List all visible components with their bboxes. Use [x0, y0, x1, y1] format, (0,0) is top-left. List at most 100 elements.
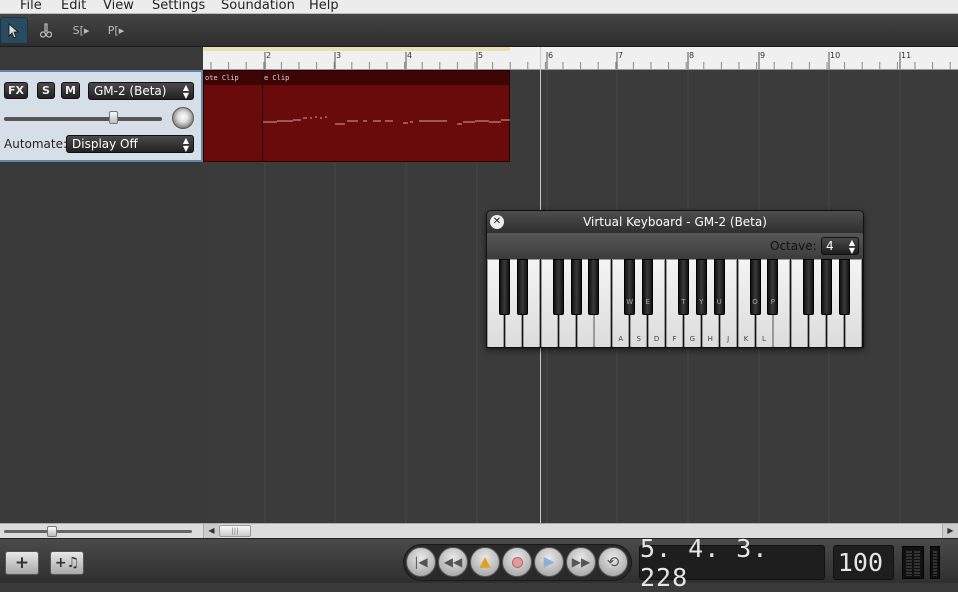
black-key[interactable]: T: [677, 259, 689, 315]
key-label: K: [743, 335, 749, 343]
black-key[interactable]: [498, 259, 510, 315]
key-label: O: [752, 298, 758, 306]
rewind-button[interactable]: ◀◀: [438, 547, 468, 577]
select-arrows-icon: ▲ ▼: [848, 238, 855, 255]
volume-slider-thumb[interactable]: [109, 111, 118, 124]
loop-icon: ⟲: [606, 553, 620, 571]
scroll-right-icon[interactable]: ▶: [942, 524, 958, 538]
automate-select[interactable]: Display Off ▲ ▼: [66, 135, 194, 153]
add-track-button[interactable]: +: [5, 551, 39, 575]
ruler-mark: 2: [266, 51, 272, 60]
black-key[interactable]: E: [642, 259, 654, 315]
automate-label: Automate:: [4, 137, 68, 151]
transport-bar: + +♫ |◀ ◀◀ ▲ ▶ ▶▶ ⟲ 5. 4. 3. 228 100: [0, 534, 958, 592]
instrument-select[interactable]: GM-2 (Beta) ▲ ▼: [88, 82, 194, 100]
menu-help[interactable]: Help: [309, 0, 339, 13]
key-label: U: [716, 298, 722, 306]
add-instrument-button[interactable]: +♫: [50, 551, 84, 575]
razor-tool-button[interactable]: [32, 17, 60, 44]
mute-button[interactable]: M: [61, 82, 80, 99]
volume-slider-track[interactable]: [4, 117, 162, 121]
key-label: G: [689, 335, 696, 343]
black-key[interactable]: U: [713, 259, 725, 315]
split-tool-label: S: [72, 24, 80, 37]
bracket-icon: [▸: [114, 24, 125, 37]
track-header[interactable]: FX S M GM-2 (Beta) ▲ ▼ Automate: Display …: [0, 70, 203, 162]
key-label: A: [618, 335, 624, 343]
track-list-panel: FX S M GM-2 (Beta) ▲ ▼ Automate: Display …: [0, 47, 203, 523]
metronome-button[interactable]: ▲: [470, 547, 500, 577]
key-label: P: [770, 298, 775, 306]
go-to-start-button[interactable]: |◀: [406, 547, 436, 577]
split-tool-button[interactable]: S [▸: [67, 17, 95, 44]
ruler-mark: 6: [548, 51, 554, 60]
pointer-icon: [8, 22, 20, 39]
ruler-mark: 8: [689, 51, 695, 60]
pan-knob[interactable]: [172, 107, 194, 129]
tempo-display[interactable]: 100: [833, 545, 894, 580]
rewind-icon: ◀◀: [443, 555, 463, 569]
key-label: T: [681, 298, 686, 306]
virtual-keyboard-bar: Octave: 4 ▲ ▼: [487, 233, 863, 259]
position-display[interactable]: 5. 4. 3. 228: [639, 534, 825, 592]
black-key[interactable]: [821, 259, 833, 315]
black-key[interactable]: [588, 259, 600, 315]
key-label: J: [727, 335, 730, 343]
octave-value: 4: [826, 239, 834, 253]
toolbar: S [▸ P [▸: [0, 14, 958, 47]
menu-view[interactable]: View: [103, 0, 134, 13]
octave-select[interactable]: 4 ▲ ▼: [821, 237, 859, 255]
zoom-slider-thumb[interactable]: [47, 526, 57, 537]
record-icon: [511, 556, 523, 568]
black-key[interactable]: W: [624, 259, 636, 315]
zoom-slider-track[interactable]: [4, 530, 192, 533]
record-button[interactable]: [502, 547, 532, 577]
fast-forward-button[interactable]: ▶▶: [566, 547, 596, 577]
ruler-ticks: [210, 52, 951, 69]
automate-value: Display Off: [72, 137, 138, 151]
loop-button[interactable]: ⟲: [598, 547, 628, 577]
black-key[interactable]: [516, 259, 528, 315]
key-label: W: [626, 298, 634, 306]
piano-keys: A S D F G H J K L W E T Y U O P: [487, 259, 863, 347]
fx-button[interactable]: FX: [4, 82, 28, 99]
black-key[interactable]: [552, 259, 564, 315]
key-label: S: [636, 335, 641, 343]
menu-soundation[interactable]: Soundation: [221, 0, 295, 13]
black-key[interactable]: O: [749, 259, 761, 315]
clip-title: e Clip: [263, 71, 509, 85]
clip-title: ote Clip: [204, 71, 262, 85]
fast-forward-icon: ▶▶: [571, 555, 591, 569]
paste-tool-label: P: [107, 24, 115, 37]
key-label: E: [645, 298, 650, 306]
paste-tool-button[interactable]: P [▸: [102, 17, 130, 44]
ruler-mark: 5: [478, 51, 484, 60]
horizontal-scrollbar[interactable]: ◀ ||| ▶: [0, 523, 958, 538]
black-key[interactable]: [803, 259, 815, 315]
black-key[interactable]: [570, 259, 582, 315]
solo-button[interactable]: S: [37, 82, 55, 99]
select-arrows-icon: ▲ ▼: [182, 83, 189, 100]
razor-icon: [40, 22, 52, 38]
menu-file[interactable]: File: [20, 0, 42, 13]
scroll-left-icon[interactable]: ◀: [203, 524, 219, 538]
menu-settings[interactable]: Settings: [152, 0, 205, 13]
play-button[interactable]: ▶: [534, 547, 564, 577]
note-clip[interactable]: e Clip: [262, 70, 510, 162]
key-label: L: [762, 335, 766, 343]
master-meter: [930, 546, 940, 579]
ruler-mark: 3: [336, 51, 342, 60]
black-key[interactable]: P: [767, 259, 779, 315]
black-key[interactable]: Y: [695, 259, 707, 315]
octave-label: Octave:: [770, 239, 817, 253]
ruler-mark: 11: [901, 51, 912, 60]
select-arrows-icon: ▲ ▼: [182, 136, 189, 153]
timeline-ruler[interactable]: 2 3 4 5 6 7 8 9 10 11: [203, 47, 958, 70]
menu-edit[interactable]: Edit: [61, 0, 86, 13]
black-key[interactable]: [839, 259, 850, 315]
close-icon[interactable]: ✕: [490, 215, 504, 229]
note-clip[interactable]: ote Clip: [203, 70, 263, 162]
scroll-thumb[interactable]: |||: [219, 525, 251, 537]
virtual-keyboard-title[interactable]: Virtual Keyboard - GM-2 (Beta): [487, 211, 863, 233]
pointer-tool-button[interactable]: [0, 17, 28, 44]
